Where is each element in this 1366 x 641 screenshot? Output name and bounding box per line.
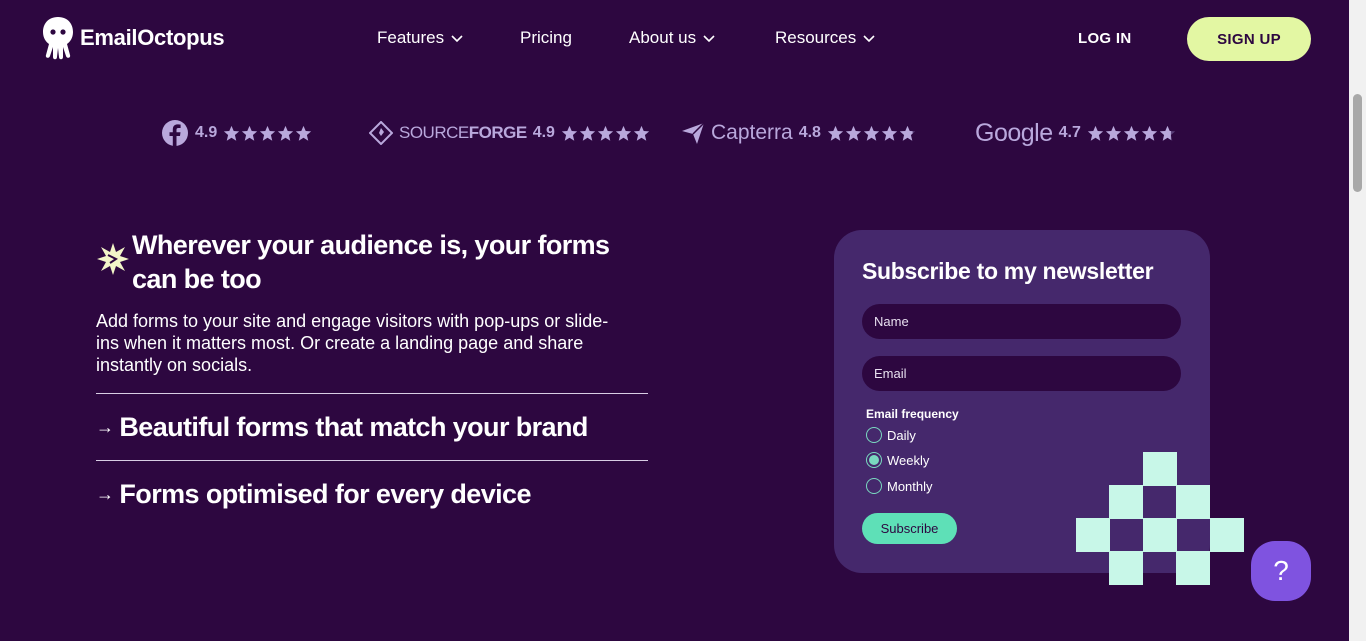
- nav-pricing[interactable]: Pricing: [520, 28, 572, 48]
- radio-label: Weekly: [887, 452, 930, 468]
- rating-score: 4.7: [1058, 124, 1081, 141]
- star-icon: [863, 125, 880, 141]
- logo-text: EmailOctopus: [80, 25, 225, 50]
- feature-optimised-forms[interactable]: → Forms optimised for every device: [96, 461, 648, 527]
- pixel-square: [1143, 518, 1177, 552]
- headline-row: Wherever your audience is, your forms ca…: [96, 228, 648, 296]
- sourceforge-wordmark: SOURCEFORGE: [399, 123, 527, 143]
- star-icon: [260, 125, 276, 141]
- nav-pricing-label: Pricing: [520, 28, 572, 47]
- rating-google: Google 4.7: [975, 116, 1176, 150]
- pixel-square: [1109, 485, 1143, 519]
- star-icon: [561, 125, 578, 141]
- star-icon: [1087, 125, 1104, 141]
- nav-about[interactable]: About us: [629, 28, 716, 48]
- subscribe-button[interactable]: Subscribe: [862, 513, 957, 544]
- radio-daily[interactable]: Daily: [866, 427, 916, 443]
- pixel-square: [1176, 551, 1210, 585]
- nav-resources-label: Resources: [775, 28, 857, 47]
- question-icon: ?: [1273, 555, 1289, 586]
- section-description: Add forms to your site and engage visito…: [96, 311, 609, 375]
- arrow-right-icon: →: [96, 483, 114, 504]
- pixel-square: [1109, 551, 1143, 585]
- star-rating: [223, 125, 312, 142]
- rating-facebook: 4.9: [161, 116, 312, 150]
- forms-section: Wherever your audience is, your forms ca…: [96, 228, 648, 527]
- star-partial-icon: [1159, 125, 1176, 141]
- nav-about-label: About us: [629, 28, 697, 47]
- logo[interactable]: EmailOctopus: [40, 15, 225, 61]
- nav-features-label: Features: [377, 28, 445, 47]
- pixel-decoration: [1076, 452, 1244, 586]
- facebook-icon: [162, 120, 188, 146]
- feature-label: Forms optimised for every device: [119, 478, 531, 509]
- rating-score: 4.9: [195, 124, 218, 141]
- star-partial-icon: [899, 125, 916, 141]
- rating-sourceforge: SOURCEFORGE 4.9: [369, 116, 650, 150]
- star-icon: [242, 125, 258, 141]
- chevron-down-icon: [451, 35, 463, 43]
- radio-button[interactable]: [866, 478, 882, 494]
- frequency-label: Email frequency: [866, 407, 959, 421]
- radio-button[interactable]: [866, 427, 882, 443]
- star-icon: [1105, 125, 1122, 141]
- feature-beautiful-forms[interactable]: → Beautiful forms that match your brand: [96, 394, 648, 460]
- star-icon: [597, 125, 614, 141]
- star-icon: [881, 125, 898, 141]
- form-title: Subscribe to my newsletter: [862, 258, 1154, 284]
- sourceforge-wordmark-light: SOURCE: [399, 123, 469, 142]
- rating-capterra: Capterra 4.8: [681, 116, 916, 150]
- google-wordmark: Google: [975, 118, 1053, 147]
- section-headline: Wherever your audience is, your forms ca…: [132, 230, 610, 294]
- star-icon: [615, 125, 632, 141]
- name-field[interactable]: Name: [862, 304, 1181, 339]
- radio-button-checked[interactable]: [866, 452, 882, 468]
- radio-weekly[interactable]: Weekly: [866, 452, 929, 468]
- star-rating: [561, 125, 650, 142]
- star-icon: [827, 125, 844, 141]
- star-icon: [278, 125, 294, 141]
- scrollbar[interactable]: [1349, 0, 1366, 641]
- email-field[interactable]: Email: [862, 356, 1181, 391]
- help-button[interactable]: ?: [1251, 541, 1311, 601]
- rating-score: 4.8: [798, 124, 821, 141]
- login-link[interactable]: LOG IN: [1078, 30, 1131, 47]
- pixel-square: [1143, 452, 1177, 486]
- sourceforge-icon: [369, 121, 393, 145]
- capterra-wordmark: Capterra: [711, 121, 793, 144]
- site-header: EmailOctopus Features Pricing About us R…: [0, 0, 1349, 78]
- star-icon: [296, 125, 312, 141]
- arrow-right-icon: →: [96, 416, 114, 437]
- star-icon: [845, 125, 862, 141]
- sourceforge-wordmark-bold: FORGE: [468, 123, 527, 142]
- pixel-square: [1210, 518, 1244, 552]
- star-icon: [1141, 125, 1158, 141]
- radio-monthly[interactable]: Monthly: [866, 478, 933, 494]
- nav-features[interactable]: Features: [377, 28, 464, 48]
- octopus-logo-icon: [43, 17, 73, 60]
- signup-button[interactable]: SIGN UP: [1187, 17, 1311, 61]
- chevron-down-icon: [863, 35, 875, 43]
- starburst-icon: [97, 243, 129, 275]
- pixel-square: [1176, 485, 1210, 519]
- scrollbar-thumb[interactable]: [1353, 94, 1362, 192]
- star-icon: [579, 125, 596, 141]
- radio-label: Daily: [887, 427, 916, 443]
- rating-score: 4.9: [532, 124, 555, 141]
- chevron-down-icon: [703, 35, 715, 43]
- ratings-strip: 4.9 SOURCEFORGE 4.9 Capterra 4.8 Google …: [0, 116, 1349, 150]
- star-rating: [1087, 125, 1176, 142]
- radio-label: Monthly: [887, 478, 933, 494]
- star-icon: [633, 125, 650, 141]
- nav-resources[interactable]: Resources: [775, 28, 876, 48]
- star-rating: [827, 125, 916, 142]
- feature-label: Beautiful forms that match your brand: [119, 411, 588, 442]
- capterra-icon: [682, 122, 705, 144]
- pixel-square: [1076, 518, 1110, 552]
- star-icon: [224, 125, 240, 141]
- star-icon: [1123, 125, 1140, 141]
